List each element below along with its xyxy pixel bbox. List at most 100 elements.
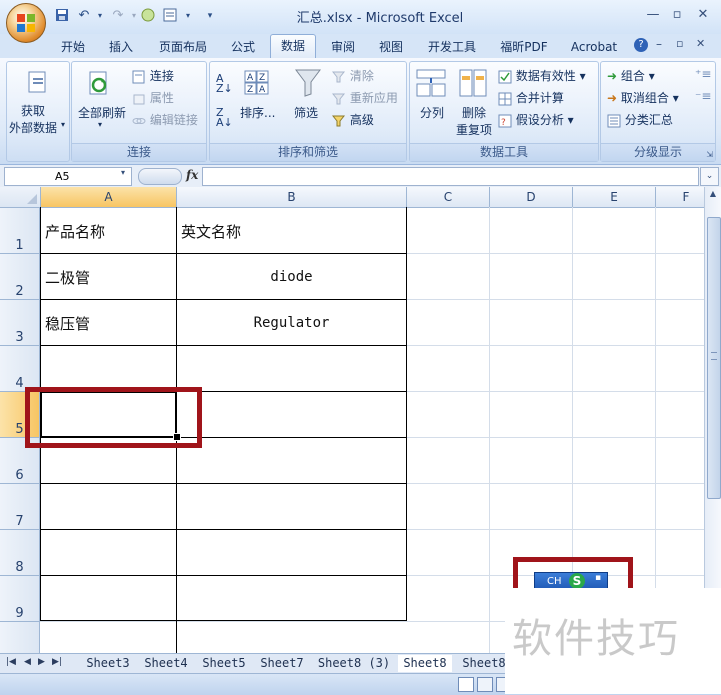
tab-developer[interactable]: 开发工具 <box>420 38 484 57</box>
prev-sheet-icon[interactable]: ◀ <box>24 657 31 667</box>
refresh-all-icon <box>89 71 107 95</box>
filter-button[interactable]: 筛选 <box>294 104 318 121</box>
form-dropdown-icon[interactable]: ▾ <box>180 8 196 24</box>
refresh-all-button[interactable]: 全部刷新 <box>78 104 126 121</box>
undo-icon[interactable]: ↶ <box>76 8 92 24</box>
tab-home[interactable]: 开始 <box>52 38 94 57</box>
ungroup-arrow-icon: ➜ <box>607 91 618 105</box>
what-if-button[interactable]: ? 假设分析 ▾ <box>498 111 574 128</box>
tab-data[interactable]: 数据 <box>270 34 316 59</box>
reapply-button[interactable]: 重新应用 <box>332 89 398 106</box>
tab-formulas[interactable]: 公式 <box>222 38 264 57</box>
tab-page-layout[interactable]: 页面布局 <box>150 38 216 57</box>
tab-foxit-pdf[interactable]: 福昕PDF <box>492 38 556 57</box>
consolidate-button[interactable]: 合并计算 <box>498 89 564 106</box>
tab-view[interactable]: 视图 <box>370 38 412 57</box>
help-icon[interactable]: ? <box>634 38 648 52</box>
vertical-scroll-thumb[interactable] <box>707 217 721 499</box>
cell-a2[interactable]: 二极管 <box>45 267 90 288</box>
sheet-tab-sheet5[interactable]: Sheet5 <box>198 655 250 672</box>
next-sheet-icon[interactable]: ▶ <box>38 657 45 667</box>
sheet-tab-sheet7[interactable]: Sheet7 <box>256 655 308 672</box>
customize-qat-icon[interactable]: ▾ <box>202 8 218 24</box>
get-external-data-label1[interactable]: 获取 <box>21 102 45 119</box>
cell-b2[interactable]: diode <box>177 269 406 285</box>
remove-duplicates-label1[interactable]: 删除 <box>462 104 486 121</box>
consolidate-icon <box>498 92 512 105</box>
hide-detail-icon[interactable]: ⁻≡ <box>695 89 711 103</box>
outline-dialog-launcher-icon[interactable]: ⇲ <box>706 150 713 159</box>
connections-group-label: 连接 <box>72 143 206 161</box>
show-detail-icon[interactable]: ⁺≡ <box>695 67 711 81</box>
restore-icon[interactable]: ▫ <box>666 6 688 24</box>
outline-group-label: 分级显示 <box>601 143 715 161</box>
workbook-restore-icon[interactable]: ▫ <box>676 37 683 50</box>
data-validation-button[interactable]: 数据有效性 ▾ <box>498 67 586 84</box>
window-title: 汇总.xlsx - Microsoft Excel <box>296 11 464 26</box>
sheet-tab-sheet8-3[interactable]: Sheet8 (3) <box>314 655 394 672</box>
svg-text:Z: Z <box>247 85 253 95</box>
svg-text:?: ? <box>501 118 506 128</box>
vertical-scrollbar[interactable]: ▲ <box>704 187 721 653</box>
ungroup-label: 取消组合 <box>620 91 669 105</box>
advanced-filter-icon <box>332 115 346 126</box>
text-to-columns-button[interactable]: 分列 <box>420 104 444 121</box>
tab-review[interactable]: 审阅 <box>322 38 364 57</box>
advanced-label: 高级 <box>349 113 374 127</box>
get-external-dropdown-icon[interactable]: ▾ <box>61 120 65 129</box>
last-sheet-icon[interactable]: ▶| <box>52 657 62 667</box>
title-bar: ↶ ▾ ↷ ▾ ▾ ▾ 汇总.xlsx - Microsoft Excel — … <box>0 0 721 43</box>
insert-function-icon[interactable]: fx <box>186 168 200 184</box>
redo-icon[interactable]: ↷ <box>110 8 126 24</box>
form-icon[interactable] <box>162 8 178 24</box>
cell-a3[interactable]: 稳压管 <box>45 313 90 334</box>
minimize-icon[interactable]: — <box>642 6 664 24</box>
cell-b3[interactable]: Regulator <box>177 315 406 331</box>
refresh-dropdown-icon[interactable]: ▾ <box>98 120 102 129</box>
name-box-dropdown-icon[interactable]: ▾ <box>121 168 125 177</box>
sort-button[interactable]: 排序... <box>240 104 275 121</box>
group-arrow-icon: ➜ <box>607 69 618 83</box>
svg-text:Z: Z <box>259 73 265 83</box>
scroll-up-icon[interactable]: ▲ <box>707 189 719 203</box>
tab-acrobat[interactable]: Acrobat <box>564 38 624 57</box>
sheet-tab-sheet8-active[interactable]: Sheet8 <box>398 655 452 672</box>
sort-asc-icon[interactable]: A Z↓ <box>216 73 233 94</box>
page-layout-view-icon[interactable] <box>477 677 493 692</box>
cell-b1[interactable]: 英文名称 <box>181 221 241 242</box>
undo-dropdown-icon[interactable]: ▾ <box>92 8 108 24</box>
normal-view-icon[interactable] <box>458 677 474 692</box>
expand-formula-bar-icon[interactable]: ⌄ <box>700 167 719 186</box>
name-box[interactable]: A5 <box>4 167 132 186</box>
subtotal-button[interactable]: 分类汇总 <box>607 111 673 128</box>
sort-desc-icon[interactable]: Z A↓ <box>216 107 233 128</box>
sheet-tab-sheet3[interactable]: Sheet3 <box>82 655 134 672</box>
workbook-close-icon[interactable]: ✕ <box>696 37 705 50</box>
sheet-tab-sheet4[interactable]: Sheet4 <box>140 655 192 672</box>
clear-label: 清除 <box>349 69 374 83</box>
clear-button[interactable]: 清除 <box>332 67 374 84</box>
sheet-tab-sheet8-next[interactable]: Sheet8 <box>458 655 510 672</box>
cell-a1[interactable]: 产品名称 <box>45 221 105 242</box>
tab-insert[interactable]: 插入 <box>100 38 142 57</box>
workbook-minimize-icon[interactable]: – <box>656 37 662 51</box>
formula-bar: A5 ▾ fx ⌄ <box>0 165 721 188</box>
close-icon[interactable]: ✕ <box>692 6 714 24</box>
edit-links-button[interactable]: 编辑链接 <box>132 111 198 128</box>
advanced-button[interactable]: 高级 <box>332 111 374 128</box>
save-icon[interactable] <box>54 8 70 24</box>
get-external-data-label2[interactable]: 外部数据 <box>9 119 57 136</box>
first-sheet-icon[interactable]: |◀ <box>6 657 16 667</box>
office-button[interactable] <box>6 3 46 43</box>
group-button[interactable]: ➜ 组合 ▾ <box>607 67 655 84</box>
remove-duplicates-label2[interactable]: 重复项 <box>456 121 492 138</box>
properties-button[interactable]: 属性 <box>132 89 174 106</box>
sort-filter-group-label: 排序和筛选 <box>210 143 406 161</box>
formula-input[interactable] <box>202 167 699 186</box>
ungroup-button[interactable]: ➜ 取消组合 ▾ <box>607 89 679 106</box>
reapply-icon <box>332 93 346 104</box>
connections-button[interactable]: 连接 <box>132 67 174 84</box>
connections-group: 全部刷新 ▾ 连接 属性 编辑链接 连接 <box>71 61 207 162</box>
circle-icon[interactable] <box>140 8 156 24</box>
office-logo-icon <box>17 14 35 32</box>
